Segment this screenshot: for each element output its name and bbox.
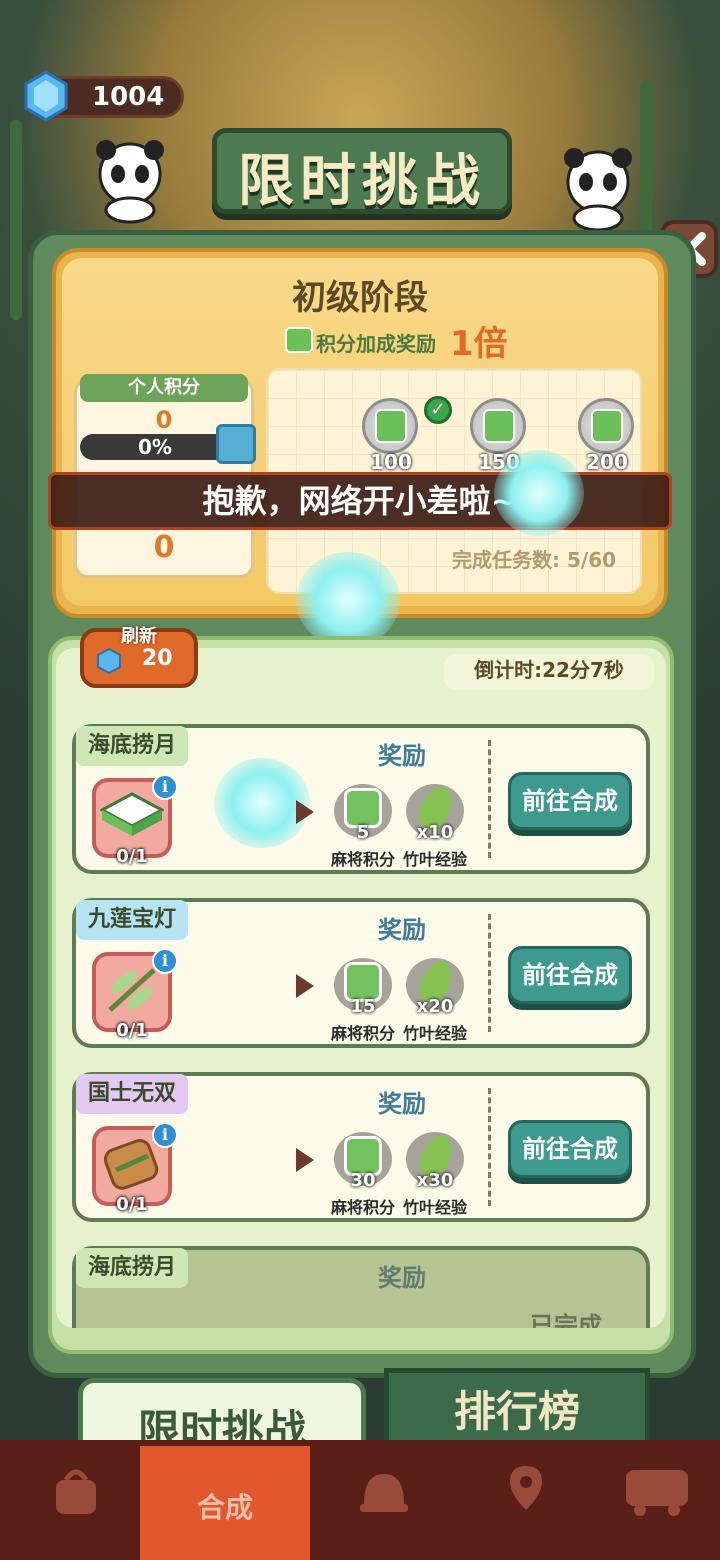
bell-icon[interactable] — [354, 1460, 414, 1520]
reward-title: 奖励 — [378, 1090, 426, 1118]
reward-label: 麻将积分 — [330, 1198, 395, 1217]
paw-icon — [296, 552, 400, 648]
divider — [488, 914, 491, 1032]
go-merge-button[interactable]: 前往合成 — [508, 1120, 632, 1178]
paw-icon — [494, 450, 584, 536]
go-merge-button[interactable]: 前往合成 — [508, 946, 632, 1004]
milestone-100[interactable] — [362, 398, 418, 454]
go-merge-button[interactable]: 前往合成 — [508, 772, 632, 830]
milestone-label: 100 — [370, 450, 412, 474]
info-icon[interactable]: i — [152, 774, 178, 800]
gift-icon[interactable] — [216, 424, 256, 464]
reward-label: 竹叶经验 — [402, 1024, 467, 1043]
reward-label: 竹叶经验 — [402, 850, 467, 869]
reward-num: 30 — [350, 1170, 376, 1191]
task-tag: 海底捞月 — [76, 726, 189, 766]
stage-name: 初级阶段 — [292, 278, 428, 318]
milestone-200[interactable] — [578, 398, 634, 454]
reward-title: 奖励 — [378, 742, 426, 770]
nav-merge-label: 合成 — [196, 1491, 253, 1524]
gem-icon — [97, 648, 121, 674]
reward-num: 5 — [356, 822, 370, 843]
tasks-done-value: 5/60 — [566, 548, 617, 572]
tasks-done: 完成任务数: 5/60 — [452, 548, 617, 572]
personal-score-label: 个人积分 — [80, 374, 248, 402]
bonus-label: 积分加成奖励 — [316, 332, 436, 356]
mahjong-tile-icon — [100, 792, 164, 836]
reward-num: x10 — [416, 822, 454, 843]
info-icon[interactable]: i — [152, 1122, 178, 1148]
milestone-label: 200 — [586, 450, 628, 474]
divider — [488, 740, 491, 858]
bonus-value: 1倍 — [450, 324, 508, 364]
map-icon[interactable] — [496, 1460, 556, 1520]
bag-icon[interactable] — [46, 1460, 106, 1520]
task-count: 0/1 — [116, 1020, 148, 1041]
check-icon: ✓ — [424, 396, 452, 424]
divider — [488, 1088, 491, 1206]
reward-title: 奖励 — [378, 916, 426, 944]
info-icon[interactable]: i — [152, 948, 178, 974]
reward-num: x30 — [416, 1170, 454, 1191]
arrow-icon — [296, 1148, 314, 1172]
reward-title: 奖励 — [378, 1264, 426, 1292]
dragonfly-icon — [108, 968, 156, 1012]
panda-icon — [96, 140, 164, 224]
countdown: 倒计时:22分7秒 — [444, 654, 654, 690]
completed-status: 已完成 — [530, 1312, 602, 1328]
task-tag: 九莲宝灯 — [76, 900, 189, 940]
milestone-150[interactable] — [470, 398, 526, 454]
reward-label: 麻将积分 — [330, 850, 395, 869]
page-title: 限时挑战 — [238, 149, 486, 214]
refresh-label: 刷新 — [121, 626, 157, 647]
reward-num: x20 — [416, 996, 454, 1017]
gem-count: 1004 — [92, 82, 165, 112]
reward-label: 竹叶经验 — [402, 1198, 467, 1217]
task-count: 0/1 — [116, 846, 148, 867]
arrow-icon — [296, 974, 314, 998]
reward-label: 麻将积分 — [330, 1024, 395, 1043]
reward-num: 15 — [350, 996, 376, 1017]
herb-board-icon — [103, 1138, 159, 1190]
arrow-icon — [296, 800, 314, 824]
panda-icon — [564, 148, 632, 232]
progress-text: 0% — [138, 435, 172, 459]
bus-icon[interactable] — [622, 1460, 692, 1520]
gem-icon — [24, 70, 68, 122]
task-count: 0/1 — [116, 1194, 148, 1215]
task-tag: 海底捞月 — [76, 1248, 189, 1288]
refresh-cost: 20 — [142, 646, 173, 671]
task-tag: 国士无双 — [76, 1074, 189, 1114]
mahjong-tile-icon — [285, 327, 313, 353]
second-score: 0 — [153, 530, 175, 565]
bamboo-decor — [10, 120, 22, 320]
